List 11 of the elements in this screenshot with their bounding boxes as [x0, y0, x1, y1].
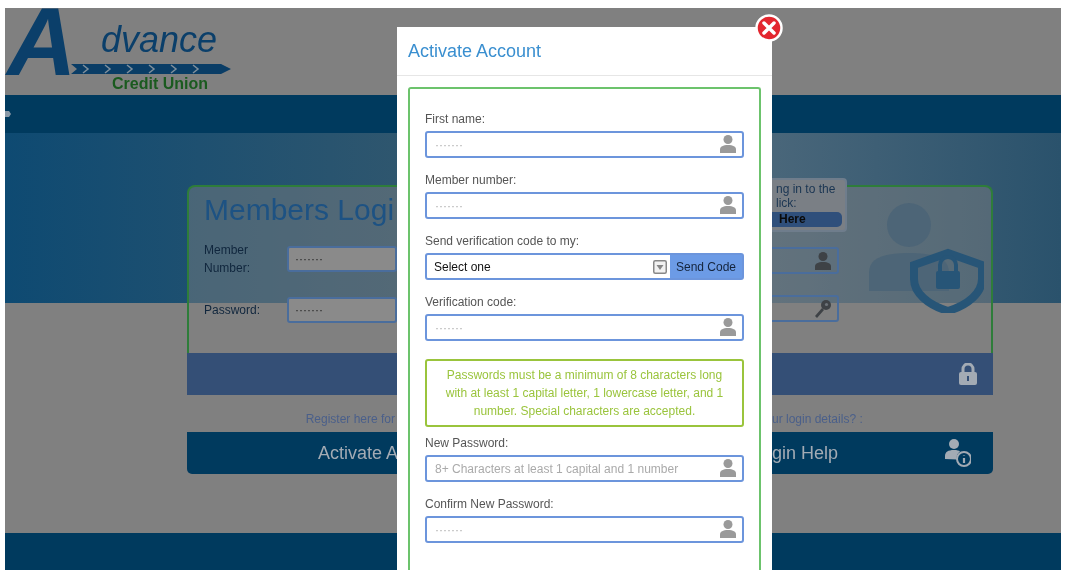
field-label: Member number:: [425, 173, 518, 187]
password-rules-notice: Passwords must be a minimum of 8 characters long with at least 1 capital letter, 1 lowercase letter, and 1 number. Special characters are accepted.: [425, 359, 744, 427]
tooltip-text: lick:: [776, 196, 797, 210]
field-label: First name:: [425, 112, 486, 126]
field-label: Password:: [204, 302, 262, 319]
field-label: New Password:: [425, 436, 510, 450]
field-label: Member Number:: [204, 242, 251, 277]
field-label: Send verification code to my:: [425, 234, 581, 248]
tooltip-text: ng in to the: [776, 182, 836, 196]
field-label: Verification code:: [425, 295, 518, 309]
field-label: Confirm New Password:: [425, 497, 555, 511]
